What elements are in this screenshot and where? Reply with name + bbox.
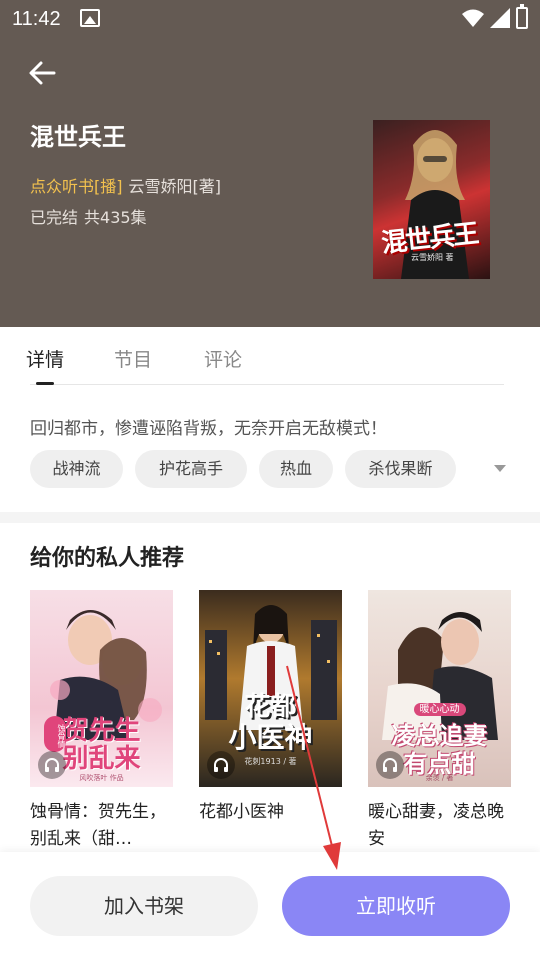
bottom-action-bar: 加入书架 立即收听 xyxy=(0,852,540,960)
status-time: 11:42 xyxy=(12,8,61,30)
publisher-link[interactable]: 点众听书[播] xyxy=(30,177,123,196)
recommendation-cover: 暖心心动 凌总追妻 有点甜 余羡 / 著 xyxy=(368,590,511,787)
book-title: 混世兵王 xyxy=(30,123,126,151)
tab-episodes[interactable]: 节目 xyxy=(114,345,152,372)
expand-tags-icon[interactable] xyxy=(494,465,506,472)
recommendations-heading: 给你的私人推荐 xyxy=(30,546,185,571)
back-arrow-icon[interactable] xyxy=(26,56,60,90)
section-divider xyxy=(0,512,540,523)
episode-count: 共435集 xyxy=(84,208,147,227)
wifi-icon xyxy=(462,9,484,27)
recommendation-cover: 花都 小医神 花刺1913 / 著 xyxy=(199,590,342,787)
add-to-shelf-button[interactable]: 加入书架 xyxy=(30,876,258,936)
signal-icon xyxy=(490,8,510,28)
tab-divider xyxy=(30,384,504,385)
book-credits: 点众听书[播] 云雪娇阳[著] xyxy=(30,173,221,197)
cover-tag-text: 暖心心动 xyxy=(368,700,511,716)
battery-icon xyxy=(516,4,528,29)
recommendation-cover: 贺先生 别乱来 蚀骨情 风吹落叶 作品 xyxy=(30,590,173,787)
book-status: 已完结 共435集 xyxy=(30,204,147,228)
tag-chip[interactable]: 热血 xyxy=(259,450,333,488)
completion-status: 已完结 xyxy=(30,208,79,227)
recommendation-card[interactable]: 花都 小医神 花刺1913 / 著 花都小医神 xyxy=(199,590,344,826)
cover-tag-text: 蚀骨情 xyxy=(44,716,66,752)
recommendation-title: 花都小医神 xyxy=(199,802,284,822)
recommendation-card[interactable]: 贺先生 别乱来 蚀骨情 风吹落叶 作品 蚀骨情：贺先生，别乱来（甜… xyxy=(30,590,175,853)
book-synopsis: 回归都市，惨遭诬陷背叛，无奈开启无敌模式！ xyxy=(30,419,387,439)
status-bar: 11:42 xyxy=(0,0,540,38)
recommendation-title: 暖心甜妻，凌总晚安 xyxy=(368,802,504,849)
headphone-icon xyxy=(376,751,404,779)
author-link[interactable]: 云雪娇阳[著] xyxy=(129,177,222,196)
book-header: 11:42 混世兵王 点众听书[播] 云雪娇阳[著] 已完结 共435集 混世兵王 … xyxy=(0,0,540,327)
headphone-icon xyxy=(207,751,235,779)
image-icon xyxy=(80,9,100,27)
listen-now-button[interactable]: 立即收听 xyxy=(282,876,510,936)
headphone-icon xyxy=(38,751,66,779)
tab-comments[interactable]: 评论 xyxy=(204,345,242,372)
cover-author-text: 云雪娇阳 著 xyxy=(411,253,454,262)
cover-title-text: 小医神 xyxy=(228,721,313,754)
tag-chip[interactable]: 杀伐果断 xyxy=(345,450,456,488)
recommendation-title: 蚀骨情：贺先生，别乱来（甜… xyxy=(30,802,166,849)
tab-active-indicator xyxy=(36,382,54,385)
tab-details[interactable]: 详情 xyxy=(26,345,64,372)
tab-bar: 详情 节目 评论 xyxy=(0,327,540,387)
tag-chip[interactable]: 战神流 xyxy=(30,450,123,488)
tag-chip[interactable]: 护花高手 xyxy=(135,450,247,488)
recommendation-card[interactable]: 暖心心动 凌总追妻 有点甜 余羡 / 著 暖心甜妻，凌总晚安 xyxy=(368,590,513,853)
book-cover[interactable]: 混世兵王 云雪娇阳 著 xyxy=(373,120,490,279)
